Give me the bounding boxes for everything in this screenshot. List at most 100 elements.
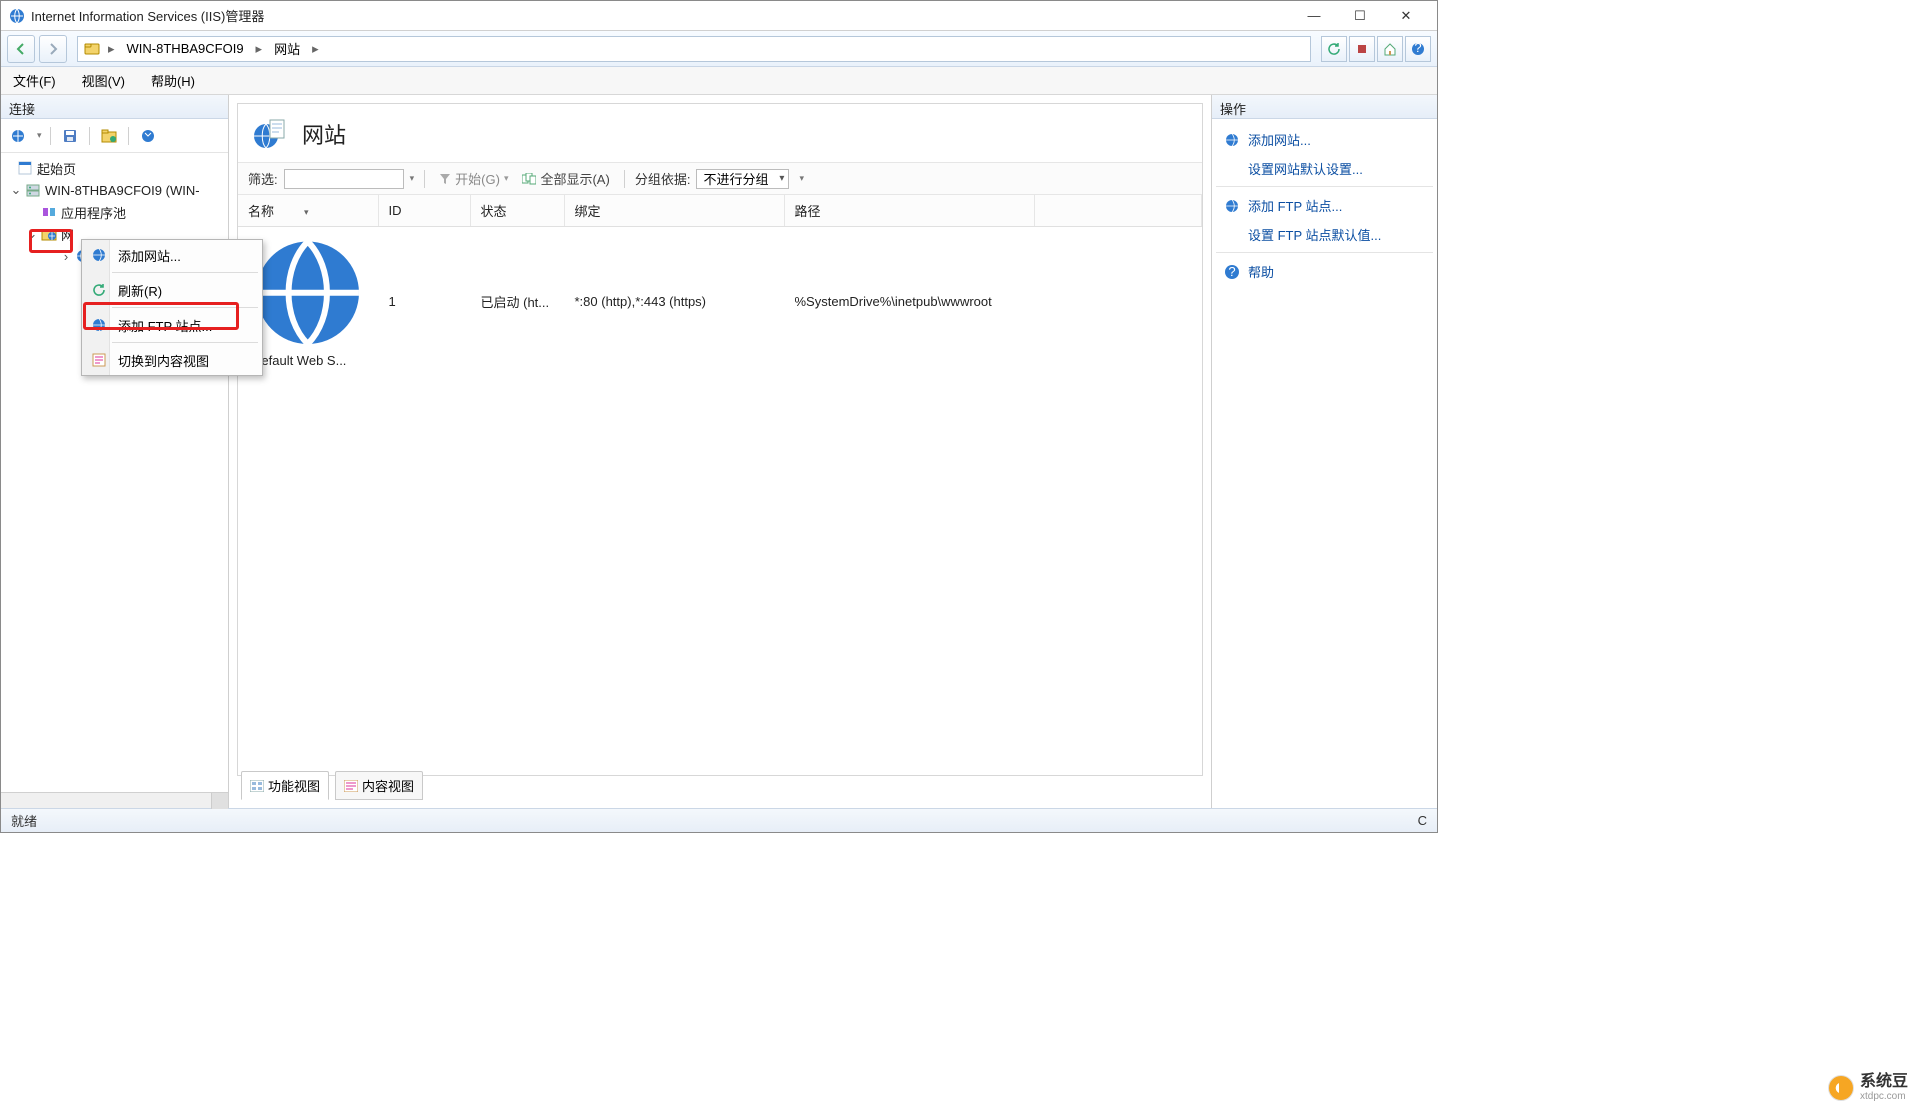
col-name[interactable]: 名称 <box>238 195 378 227</box>
tree-app-pools[interactable]: 应用程序池 <box>3 201 226 223</box>
tree-collapse-icon[interactable]: ⌄ <box>25 226 39 242</box>
col-id[interactable]: ID <box>378 195 470 227</box>
site-globe-icon <box>248 233 368 353</box>
actions-header: 操作 <box>1212 95 1437 119</box>
filter-start-button[interactable]: 开始(G) ▾ <box>435 167 512 190</box>
globe-icon <box>88 317 110 333</box>
filter-show-all-button[interactable]: 全部显示(A) <box>518 167 613 190</box>
group-by-label: 分组依据: <box>635 169 691 188</box>
filter-label: 筛选: <box>248 169 278 188</box>
globe-icon <box>88 247 110 263</box>
globe-icon <box>1224 132 1240 148</box>
watermark-main: 系统豆 <box>1860 1073 1908 1091</box>
content-view-tab[interactable]: 内容视图 <box>335 771 423 800</box>
nav-back-button[interactable] <box>7 35 35 63</box>
refresh-connections-icon[interactable] <box>137 125 159 147</box>
save-icon[interactable] <box>59 125 81 147</box>
menu-view[interactable]: 视图(V) <box>78 67 129 94</box>
statusbar: 就绪 C <box>1 808 1437 832</box>
bc-sep-icon: ▸ <box>254 41 265 57</box>
start-page-icon <box>17 160 33 176</box>
menu-help[interactable]: 帮助(H) <box>147 67 199 94</box>
connections-header: 连接 <box>1 95 228 119</box>
breadcrumb-server[interactable]: WIN-8THBA9CFOI9 <box>123 38 248 59</box>
tree-horizontal-scrollbar[interactable] <box>1 792 228 808</box>
globe-icon <box>1224 198 1240 214</box>
bc-sep-icon: ▸ <box>310 41 321 57</box>
home-button[interactable] <box>1377 36 1403 62</box>
filter-separator <box>424 170 425 188</box>
status-right: C <box>1418 813 1427 828</box>
tree-app-pools-label: 应用程序池 <box>61 203 126 222</box>
main-area: 连接 ▾ 起始页 ⌄ WIN-8THBA9CFOI9 (W <box>1 95 1437 808</box>
features-view-icon <box>250 780 264 792</box>
help-dropdown-button[interactable]: ? <box>1405 36 1431 62</box>
cell-binding: *:80 (http),*:443 (https) <box>564 227 784 376</box>
col-binding[interactable]: 绑定 <box>564 195 784 227</box>
sites-folder-icon <box>41 226 57 242</box>
maximize-button[interactable]: ☐ <box>1337 2 1383 30</box>
actions-list: 添加网站... 设置网站默认设置... 添加 FTP 站点... 设置 FTP … <box>1212 119 1437 292</box>
features-view-tab[interactable]: 功能视图 <box>241 771 329 800</box>
sites-grid[interactable]: 名称 ID 状态 绑定 路径 <box>238 195 1202 775</box>
page-header: 网站 <box>238 104 1202 162</box>
minimize-button[interactable]: — <box>1291 2 1337 30</box>
action-site-defaults[interactable]: 设置网站默认设置... <box>1216 154 1433 187</box>
watermark-logo-icon <box>1828 1075 1854 1101</box>
breadcrumb-root-icon <box>84 41 100 57</box>
action-help[interactable]: ? 帮助 <box>1216 257 1433 286</box>
nav-forward-button[interactable] <box>39 35 67 63</box>
ctx-content-view[interactable]: 切换到内容视图 <box>82 345 262 375</box>
content-view-icon <box>88 352 110 368</box>
show-all-icon <box>522 173 536 185</box>
connections-pane: 连接 ▾ 起始页 ⌄ WIN-8THBA9CFOI9 (W <box>1 95 229 808</box>
page-title: 网站 <box>302 118 346 150</box>
refresh-address-button[interactable] <box>1321 36 1347 62</box>
connect-icon[interactable] <box>7 125 29 147</box>
status-ready: 就绪 <box>11 811 37 830</box>
toolbar-separator <box>50 127 51 145</box>
center-content: 网站 筛选: ▾ 开始(G) ▾ 全部显示(A) <box>237 103 1203 776</box>
stop-button[interactable] <box>1349 36 1375 62</box>
table-row[interactable]: Default Web S... 1 已启动 (ht... *:80 (http… <box>238 227 1202 376</box>
ctx-separator <box>112 272 258 273</box>
sites-context-menu: 添加网站... 刷新(R) 添加 FTP 站点... 切换到内容视图 <box>81 239 263 376</box>
tree-sites-label: 网 <box>61 225 74 244</box>
close-button[interactable]: ✕ <box>1383 2 1429 30</box>
ctx-refresh[interactable]: 刷新(R) <box>82 275 262 305</box>
menu-file[interactable]: 文件(F) <box>9 67 60 94</box>
addr-toolbar: ? <box>1321 36 1431 62</box>
view-tabs: 功能视图 内容视图 <box>237 776 1203 804</box>
col-path[interactable]: 路径 <box>784 195 1034 227</box>
group-view-dropdown-icon[interactable]: ▾ <box>799 173 804 184</box>
ctx-add-ftp[interactable]: 添加 FTP 站点... <box>82 310 262 340</box>
action-ftp-defaults[interactable]: 设置 FTP 站点默认值... <box>1216 220 1433 253</box>
tree-expand-icon[interactable]: › <box>59 249 73 264</box>
col-spacer <box>1034 195 1202 227</box>
tree-server[interactable]: ⌄ WIN-8THBA9CFOI9 (WIN- <box>3 179 226 201</box>
action-add-site[interactable]: 添加网站... <box>1216 125 1433 154</box>
cell-status: 已启动 (ht... <box>470 227 564 376</box>
breadcrumb-sites[interactable]: 网站 <box>270 36 304 61</box>
action-add-ftp[interactable]: 添加 FTP 站点... <box>1216 191 1433 220</box>
tree-start-page[interactable]: 起始页 <box>3 157 226 179</box>
center-pane: 网站 筛选: ▾ 开始(G) ▾ 全部显示(A) <box>229 95 1211 808</box>
watermark-sub: xtdpc.com <box>1860 1091 1908 1102</box>
nav-row: ▸ WIN-8THBA9CFOI9 ▸ 网站 ▸ ? <box>1 31 1437 67</box>
ctx-add-site[interactable]: 添加网站... <box>82 240 262 270</box>
filter-toolbar: 筛选: ▾ 开始(G) ▾ 全部显示(A) 分组依据: 不进行分组 <box>238 162 1202 195</box>
col-status[interactable]: 状态 <box>470 195 564 227</box>
breadcrumb-field[interactable]: ▸ WIN-8THBA9CFOI9 ▸ 网站 ▸ <box>77 36 1311 62</box>
cell-path: %SystemDrive%\inetpub\wwwroot <box>784 227 1034 376</box>
tree-start-page-label: 起始页 <box>37 159 76 178</box>
bc-sep-icon: ▸ <box>106 41 117 57</box>
ctx-separator <box>112 342 258 343</box>
sites-page-icon <box>252 116 288 152</box>
group-by-select[interactable]: 不进行分组 <box>696 169 789 189</box>
ctx-separator <box>112 307 258 308</box>
tree-collapse-icon[interactable]: ⌄ <box>9 182 23 198</box>
dropdown-chevron-icon[interactable]: ▾ <box>37 130 42 141</box>
filter-input[interactable] <box>284 169 404 189</box>
explore-icon[interactable] <box>98 125 120 147</box>
filter-dropdown-icon[interactable]: ▾ <box>410 173 415 184</box>
